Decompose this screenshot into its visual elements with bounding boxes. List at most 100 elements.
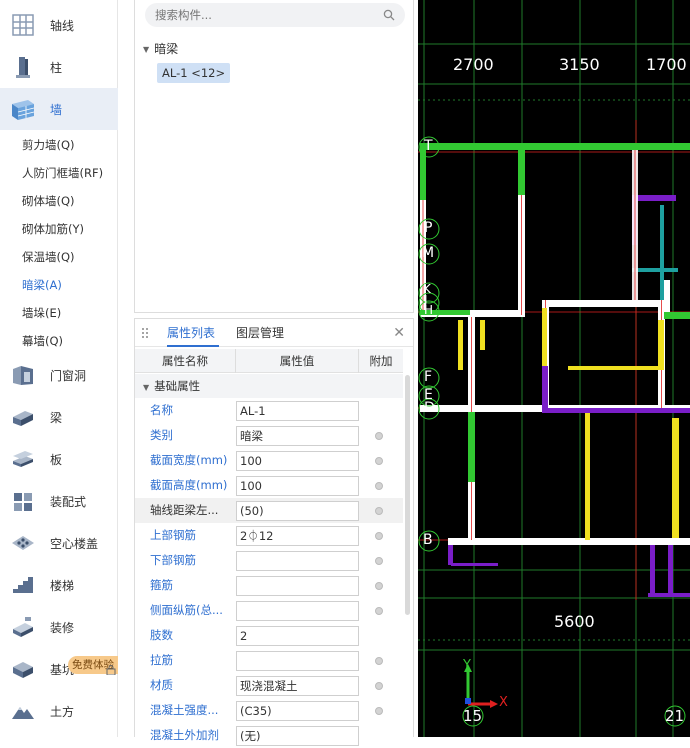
property-value-input[interactable]: (无): [236, 726, 359, 746]
property-name: 轴线距梁左...: [150, 503, 219, 517]
property-value-input[interactable]: AL-1: [236, 401, 359, 421]
beam-icon: [10, 404, 36, 430]
drag-handle-icon[interactable]: [141, 327, 149, 339]
earthwork-icon: [10, 698, 36, 724]
property-row[interactable]: 类别 暗梁: [135, 423, 403, 448]
search-input[interactable]: [155, 3, 375, 27]
extra-checkbox[interactable]: [375, 657, 383, 665]
component-list-panel: ▼ 暗梁 AL-1 <12>: [134, 0, 414, 313]
property-value-input[interactable]: 现浇混凝土: [236, 676, 359, 696]
nav-item-earthwork[interactable]: 土方: [0, 690, 118, 732]
nav-item-hollow-floor[interactable]: 空心楼盖: [0, 522, 118, 564]
axis-grid-icon: [10, 12, 36, 38]
nav-item-door-window[interactable]: 门窗洞: [0, 354, 118, 396]
cad-drawing-canvas[interactable]: 2700 3150 1700 5600 T P M K J H F E D B …: [418, 0, 690, 737]
property-value-input[interactable]: 2⏀12: [236, 526, 359, 546]
sub-item-wall-pier[interactable]: 墙垛(E): [22, 299, 61, 327]
nav-item-beam[interactable]: 梁: [0, 396, 118, 438]
search-icon[interactable]: [383, 9, 395, 21]
search-box[interactable]: [145, 3, 405, 27]
sub-item-masonry-rebar[interactable]: 砌体加筋(Y): [22, 215, 84, 243]
property-name: 拉筋: [150, 653, 173, 667]
property-value-input[interactable]: [236, 576, 359, 596]
property-value-input[interactable]: 暗梁: [236, 426, 359, 446]
extra-checkbox[interactable]: [375, 682, 383, 690]
column-header-extra: 附加: [369, 354, 393, 368]
tree-item-selected[interactable]: AL-1 <12>: [157, 63, 231, 83]
property-value-input[interactable]: [236, 601, 359, 621]
stair-icon: [10, 572, 36, 598]
sub-item-shear-wall[interactable]: 剪力墙(Q): [22, 131, 75, 159]
property-value-input[interactable]: 100: [236, 476, 359, 496]
nav-item-prefab[interactable]: 装配式: [0, 480, 118, 522]
extra-checkbox[interactable]: [375, 507, 383, 515]
nav-item-label: 板: [50, 452, 63, 467]
property-row[interactable]: 上部钢筋 2⏀12: [135, 523, 403, 548]
extra-checkbox[interactable]: [375, 582, 383, 590]
column-icon: [10, 54, 36, 80]
nav-item-decoration[interactable]: 装修: [0, 606, 118, 648]
properties-scrollbar[interactable]: [405, 375, 410, 615]
nav-item-stair[interactable]: 楼梯: [0, 564, 118, 606]
dimension-label: 2700: [453, 55, 494, 74]
section-basic-properties[interactable]: ▼ 基础属性: [135, 374, 403, 398]
property-row[interactable]: 截面高度(mm) 100: [135, 473, 403, 498]
sub-item-insulation-wall[interactable]: 保温墙(Q): [22, 243, 75, 271]
properties-panel: 属性列表 图层管理 ✕ 属性名称 属性值 附加 ▼ 基础属性 名称 AL-1 类别 暗梁…: [134, 318, 414, 746]
extra-checkbox[interactable]: [375, 432, 383, 440]
hollow-floor-icon: [10, 530, 36, 556]
sub-item-masonry-wall[interactable]: 砌体墙(Q): [22, 187, 75, 215]
property-row[interactable]: 截面宽度(mm) 100: [135, 448, 403, 473]
property-name: 箍筋: [150, 578, 173, 592]
tree-group-hidden-beam[interactable]: ▼ 暗梁: [143, 40, 178, 57]
extra-checkbox[interactable]: [375, 707, 383, 715]
property-row[interactable]: 混凝土外加剂 (无): [135, 723, 403, 748]
axis-label: P: [424, 220, 433, 236]
caret-down-icon: ▼: [143, 45, 150, 54]
axis-label: T: [424, 138, 433, 154]
tab-property-list[interactable]: 属性列表: [167, 319, 219, 347]
nav-item-label: 轴线: [50, 18, 75, 33]
caret-down-icon: ▼: [143, 383, 150, 392]
nav-item-wall[interactable]: 墙: [0, 88, 118, 130]
nav-item-label: 空心楼盖: [50, 536, 99, 551]
nav-item-column[interactable]: 柱: [0, 46, 118, 88]
property-row[interactable]: 肢数 2: [135, 623, 403, 648]
dimension-label: 1700: [646, 55, 687, 74]
wall-icon: [10, 96, 36, 122]
extra-checkbox[interactable]: [375, 482, 383, 490]
property-name: 名称: [150, 403, 173, 417]
nav-item-axis[interactable]: 轴线: [0, 4, 118, 46]
property-row[interactable]: 拉筋: [135, 648, 403, 673]
property-value-input[interactable]: (C35): [236, 701, 359, 721]
property-row[interactable]: 名称 AL-1: [135, 398, 403, 423]
property-value-input[interactable]: 2: [236, 626, 359, 646]
sub-item-curtain-wall[interactable]: 幕墙(Q): [22, 327, 63, 355]
extra-checkbox[interactable]: [375, 607, 383, 615]
tab-layer-management[interactable]: 图层管理: [236, 319, 288, 347]
property-row[interactable]: 混凝土强度... (C35): [135, 698, 403, 723]
sub-item-civil-defense-wall[interactable]: 人防门框墙(RF): [22, 159, 103, 187]
extra-checkbox[interactable]: [375, 532, 383, 540]
nav-item-slab[interactable]: 板: [0, 438, 118, 480]
column-header-name: 属性名称: [135, 349, 236, 373]
nav-item-label: 柱: [50, 60, 63, 75]
extra-checkbox[interactable]: [375, 557, 383, 565]
property-value-input[interactable]: 100: [236, 451, 359, 471]
property-row[interactable]: 侧面纵筋(总...: [135, 598, 403, 623]
property-row[interactable]: 下部钢筋: [135, 548, 403, 573]
close-icon[interactable]: ✕: [393, 325, 405, 341]
property-value-input[interactable]: [236, 651, 359, 671]
property-value-input[interactable]: [236, 551, 359, 571]
sub-item-hidden-beam[interactable]: 暗梁(A): [22, 271, 62, 299]
property-row[interactable]: 材质 现浇混凝土: [135, 673, 403, 698]
property-value-input[interactable]: (50): [236, 501, 359, 521]
property-name: 截面宽度(mm): [150, 453, 228, 467]
property-row[interactable]: 箍筋: [135, 573, 403, 598]
dimension-label: 5600: [554, 612, 595, 631]
property-name: 类别: [150, 428, 173, 442]
door-window-icon: [10, 362, 36, 388]
property-row[interactable]: 轴线距梁左... (50): [135, 498, 403, 523]
extra-checkbox[interactable]: [375, 457, 383, 465]
lock-icon: [106, 664, 116, 676]
